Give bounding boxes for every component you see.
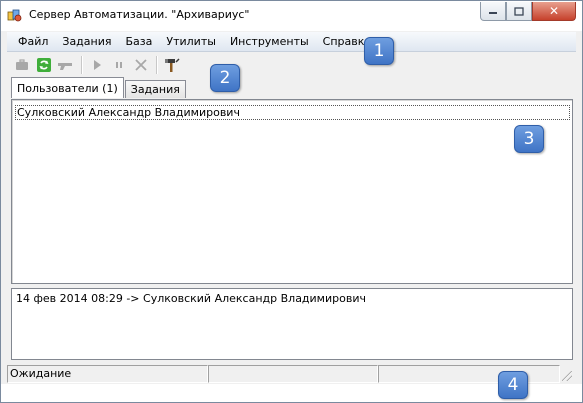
play-icon — [94, 60, 101, 70]
play-button[interactable] — [86, 54, 108, 76]
menu-bar: Файл Задания База Утилиты Инструменты Сп… — [7, 32, 576, 52]
tab-tasks[interactable]: Задания — [124, 80, 186, 98]
briefcase-icon — [16, 59, 28, 70]
status-bar: Ожидание — [7, 365, 576, 383]
window-controls: ✕ — [480, 2, 576, 22]
menu-database[interactable]: База — [119, 35, 160, 48]
log-line: 14 фев 2014 08:29 -> Сулковский Александ… — [16, 292, 366, 305]
briefcase-button[interactable] — [11, 54, 33, 76]
hammer-icon — [165, 58, 180, 72]
tab-strip: Пользователи (1) Задания — [11, 77, 187, 99]
menu-tools[interactable]: Инструменты — [223, 35, 316, 48]
minimize-icon — [489, 12, 497, 14]
status-cell-2 — [208, 365, 378, 383]
refresh-icon — [37, 58, 51, 72]
toolbar-separator — [81, 56, 82, 74]
status-cell-3 — [378, 365, 560, 383]
tools-button[interactable] — [161, 54, 183, 76]
app-window: Сервер Автоматизации. "Архивариус" ✕ Фай… — [0, 0, 583, 403]
pause-icon — [116, 62, 122, 68]
window-bottom-border — [1, 384, 582, 402]
maximize-icon — [514, 6, 524, 16]
stop-icon — [135, 59, 147, 71]
toolbar — [7, 53, 576, 77]
toolbar-separator — [156, 56, 157, 74]
maximize-button[interactable] — [506, 2, 532, 21]
tab-users[interactable]: Пользователи (1) — [11, 77, 124, 98]
status-text: Ожидание — [7, 365, 208, 383]
callout-badge-4: 4 — [498, 371, 528, 399]
menu-file[interactable]: Файл — [11, 35, 55, 48]
log-panel[interactable]: 14 фев 2014 08:29 -> Сулковский Александ… — [11, 288, 573, 360]
gun-icon — [58, 63, 72, 70]
resize-grip[interactable] — [560, 365, 574, 383]
title-bar[interactable]: Сервер Автоматизации. "Архивариус" ✕ — [1, 1, 582, 29]
menu-utilities[interactable]: Утилиты — [159, 35, 223, 48]
pause-button[interactable] — [108, 54, 130, 76]
window-title: Сервер Автоматизации. "Архивариус" — [29, 8, 250, 21]
close-button[interactable]: ✕ — [532, 2, 576, 21]
minimize-button[interactable] — [480, 2, 506, 21]
gun-button[interactable] — [55, 54, 77, 76]
menu-tasks[interactable]: Задания — [55, 35, 118, 48]
app-icon — [7, 9, 22, 22]
users-list[interactable]: Сулковский Александр Владимирович — [11, 99, 573, 284]
refresh-button[interactable] — [33, 54, 55, 76]
list-item[interactable]: Сулковский Александр Владимирович — [15, 105, 570, 120]
callout-badge-3: 3 — [514, 125, 544, 153]
stop-button[interactable] — [130, 54, 152, 76]
close-icon: ✕ — [548, 4, 560, 18]
callout-badge-2: 2 — [210, 64, 240, 92]
callout-badge-1: 1 — [364, 37, 394, 65]
